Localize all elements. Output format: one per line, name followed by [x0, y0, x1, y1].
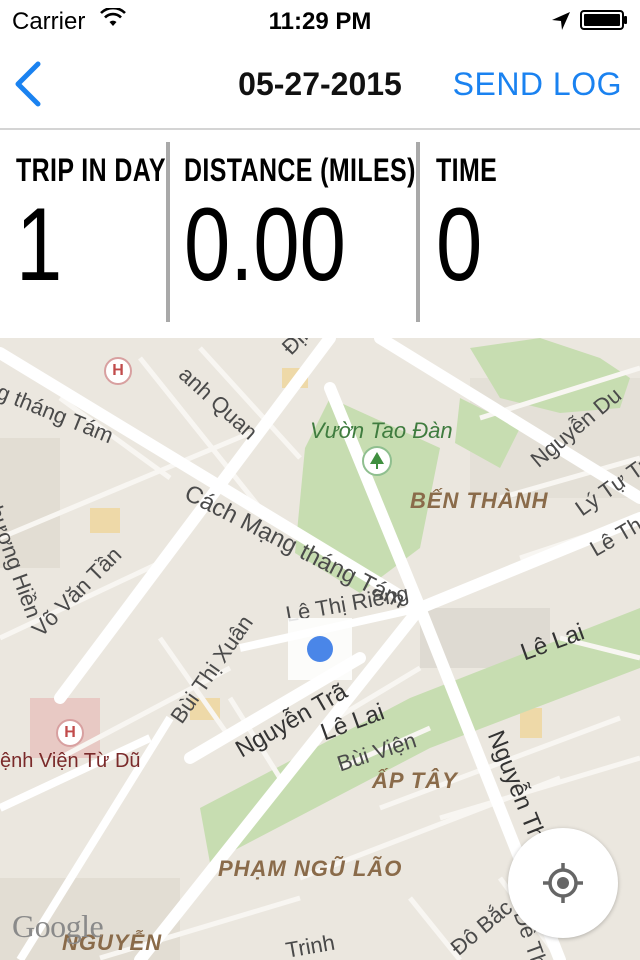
time-value: 0	[436, 187, 483, 303]
navigation-bar: 05-27-2015 SEND LOG	[0, 40, 640, 130]
park-label: Vườn Tao Đàn	[310, 418, 453, 443]
status-time: 11:29 PM	[268, 8, 372, 35]
trip-in-day-value: 1	[16, 187, 63, 303]
status-bar: Carrier 11:29 PM	[0, 0, 640, 40]
trip-stats-panel: TRIP IN DAY 1 DISTANCE (MILES) 0.00 TIME…	[0, 130, 640, 338]
district-label: ẤP TÂY	[372, 768, 458, 793]
hospital-label: ệnh Viện Từ Dũ	[0, 750, 141, 772]
district-label: BẾN THÀNH	[410, 488, 549, 513]
hospital-icon: H	[104, 357, 132, 385]
current-location-marker	[288, 618, 352, 680]
crosshair-icon	[543, 863, 583, 903]
hospital-icon: H	[56, 719, 84, 747]
my-location-button[interactable]	[508, 828, 618, 938]
google-logo: Google	[12, 908, 104, 944]
time-label: TIME	[436, 152, 498, 188]
district-label: PHẠM NGŨ LÃO	[218, 856, 403, 881]
stat-divider	[166, 142, 170, 322]
trip-in-day-stat: TRIP IN DAY 1	[16, 152, 208, 297]
location-arrow-icon	[552, 12, 570, 30]
battery-icon	[580, 10, 627, 30]
send-log-button[interactable]: SEND LOG	[453, 66, 622, 103]
distance-value: 0.00	[184, 187, 346, 303]
time-stat: TIME 0	[436, 152, 514, 297]
map-view[interactable]: g tháng Tám anh Quan Định Nguyễn Du Lý T…	[0, 338, 640, 960]
distance-label: DISTANCE (MILES)	[184, 152, 416, 188]
location-dot	[307, 636, 333, 662]
trip-in-day-label: TRIP IN DAY	[16, 152, 166, 188]
stat-divider	[416, 142, 420, 322]
park-tree-icon	[362, 446, 392, 476]
